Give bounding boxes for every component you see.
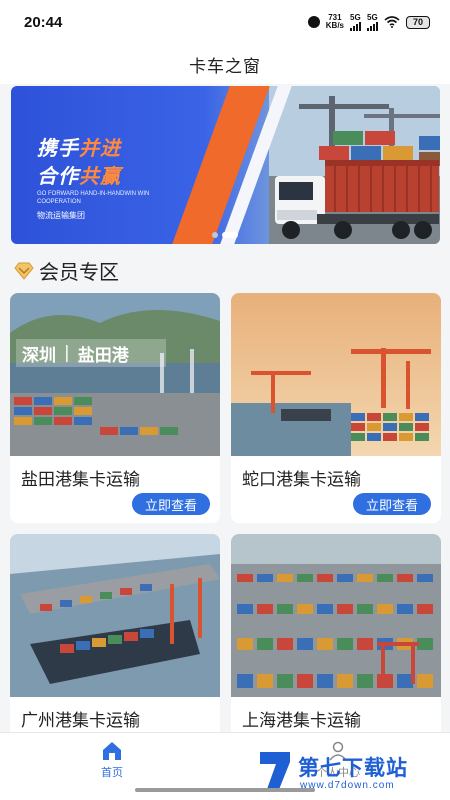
status-bar: 20:44 731 KB/s 5G 5G 70 — [0, 0, 450, 44]
navigation-bar: 卡车之窗 — [0, 44, 450, 84]
signal-1-label: 5G — [350, 12, 361, 22]
watermark-title: 第七下载站 — [298, 756, 408, 780]
view-now-button[interactable]: 立即查看 — [132, 493, 210, 515]
banner-headline-2b: 共赢 — [79, 164, 121, 188]
signal-2: 5G — [367, 12, 378, 31]
network-speed-unit: KB/s — [325, 21, 344, 30]
banner-company: 物流运输集团 — [37, 211, 85, 220]
banner-carousel[interactable]: 携手并进 合作共赢 GO FORWARD HAND-IN-HANDWIN WIN… — [11, 86, 440, 244]
card-title: 上海港集卡运输 — [242, 711, 361, 731]
carousel-dot-active[interactable] — [222, 232, 238, 238]
card-image — [10, 534, 220, 697]
tab-home-label: 首页 — [101, 766, 123, 779]
carousel-dot[interactable] — [212, 232, 218, 238]
tab-home[interactable]: 首页 — [62, 741, 162, 780]
card-image: 深圳 | 盐田港 — [10, 293, 220, 456]
banner-headline-2: 合作共赢 — [37, 160, 121, 189]
battery-icon: 70 — [406, 15, 430, 29]
port-photo — [10, 293, 220, 456]
signal-bars-icon — [350, 21, 361, 31]
port-card-yantian[interactable]: 深圳 | 盐田港 盐田港集卡运输 立即查看 — [10, 293, 220, 523]
port-card-guangzhou[interactable]: 广州港集卡运输 — [10, 534, 220, 764]
network-speed: 731 KB/s — [326, 14, 344, 30]
port-card-shekou[interactable]: 蛇口港集卡运输 立即查看 — [231, 293, 441, 523]
section-header: 会员专区 — [13, 256, 119, 285]
port-photo — [231, 293, 441, 456]
card-image — [231, 534, 441, 697]
card-image-tag: 深圳 | 盐田港 — [16, 339, 166, 367]
alarm-icon — [307, 16, 320, 28]
home-indicator[interactable] — [135, 788, 315, 792]
view-now-button[interactable]: 立即查看 — [353, 493, 431, 515]
card-title: 广州港集卡运输 — [21, 711, 140, 731]
port-photo — [231, 534, 441, 697]
signal-1: 5G — [350, 12, 361, 31]
section-title: 会员专区 — [39, 260, 119, 284]
card-image-tag-a: 深圳 — [22, 345, 56, 366]
truck-image — [275, 160, 439, 239]
banner-english-text: GO FORWARD HAND-IN-HANDWIN WIN COOPERATI… — [37, 191, 150, 205]
card-image — [231, 293, 441, 456]
banner-headline-1: 携手并进 — [37, 132, 121, 161]
card-image-tag-b: 盐田港 — [77, 345, 129, 366]
banner-headline-2a: 合作 — [37, 164, 79, 188]
page-title: 卡车之窗 — [189, 56, 261, 77]
port-photo — [10, 534, 220, 697]
card-title: 盐田港集卡运输 — [21, 470, 140, 490]
diamond-icon — [14, 262, 34, 280]
status-time: 20:44 — [24, 13, 63, 31]
card-title: 蛇口港集卡运输 — [242, 470, 361, 490]
port-card-shanghai[interactable]: 上海港集卡运输 — [231, 534, 441, 764]
signal-2-label: 5G — [367, 12, 378, 22]
wifi-icon — [384, 16, 400, 28]
carousel-indicator — [212, 232, 238, 238]
banner-headline-1b: 并进 — [79, 136, 121, 160]
status-icons: 731 KB/s 5G 5G 70 — [307, 12, 430, 31]
banner-headline-1a: 携手 — [37, 136, 79, 160]
home-icon — [103, 742, 121, 760]
signal-bars-icon — [367, 21, 378, 31]
